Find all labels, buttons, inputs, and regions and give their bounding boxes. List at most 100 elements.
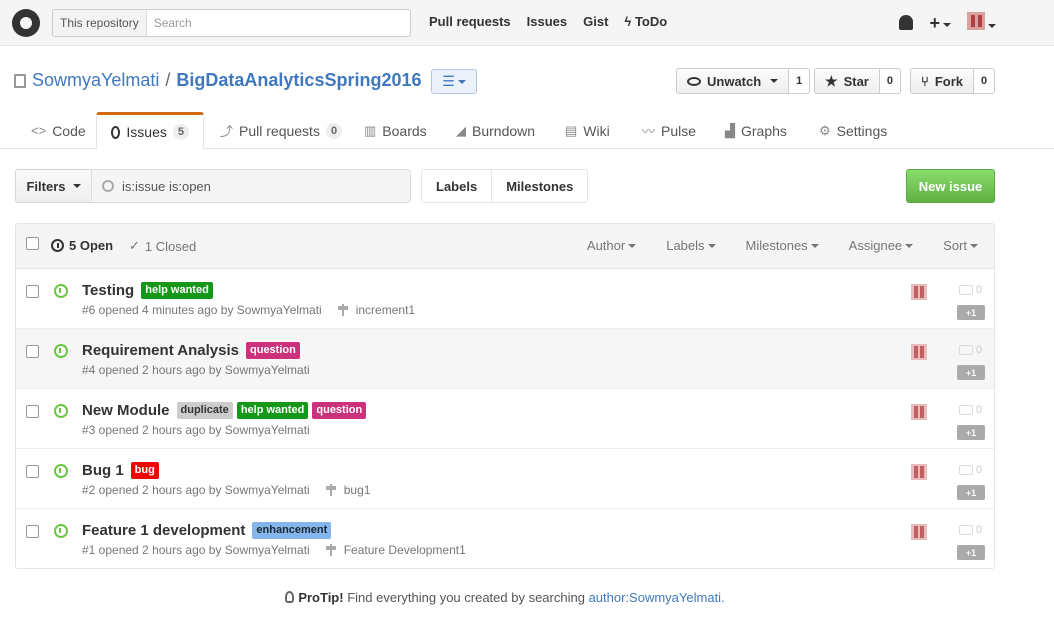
issue-label[interactable]: question: [312, 402, 367, 419]
filters-button[interactable]: Filters: [15, 169, 92, 203]
issue-row[interactable]: Testing help wanted #6 opened 4 minutes a…: [16, 269, 994, 329]
comments-link[interactable]: 0: [959, 284, 982, 296]
unwatch-label: Unwatch: [707, 73, 762, 89]
tab-pull-requests[interactable]: ⤴ Pull requests 0: [220, 112, 343, 149]
star-button[interactable]: ★ Star: [814, 68, 880, 94]
boards-icon: ▥: [364, 122, 377, 138]
closed-issues-filter[interactable]: ✓ 1 Closed: [129, 238, 196, 254]
plus-one-badge: +1: [957, 425, 985, 440]
avatar[interactable]: [911, 524, 927, 540]
issue-row[interactable]: Bug 1 bug #2 opened 2 hours ago by Sowmya…: [16, 449, 994, 509]
issue-checkbox[interactable]: [26, 345, 39, 358]
milestone-label: bug1: [343, 483, 371, 497]
assignee-filter-label: Assignee: [848, 238, 903, 253]
milestone[interactable]: Feature Development1: [325, 543, 466, 557]
milestones-button[interactable]: Milestones: [491, 170, 587, 202]
issue-title-group: Testing help wanted: [82, 282, 213, 299]
comments-link[interactable]: 0: [959, 464, 982, 476]
tab-code[interactable]: <> Code: [31, 112, 86, 149]
notification-bell-icon[interactable]: [899, 15, 914, 30]
issue-title[interactable]: Feature 1 development: [82, 522, 245, 539]
open-issues-filter[interactable]: 5 Open: [51, 238, 113, 253]
select-all-checkbox[interactable]: [26, 237, 39, 250]
create-new-button[interactable]: +: [929, 14, 951, 32]
author-filter[interactable]: Author: [587, 238, 637, 253]
issue-row[interactable]: Feature 1 development enhancement #1 open…: [16, 509, 994, 568]
new-issue-button[interactable]: New issue: [906, 169, 995, 203]
lightning-icon: ϟ: [624, 14, 632, 29]
user-menu-button[interactable]: [967, 12, 996, 33]
chevron-down-icon: [810, 243, 819, 248]
issue-title[interactable]: Bug 1: [82, 462, 124, 479]
comment-count: 0: [976, 284, 983, 296]
tab-wiki[interactable]: ▤ Wiki: [565, 112, 610, 149]
tab-burndown[interactable]: ◢ Burndown: [456, 112, 535, 149]
issue-filter-input[interactable]: [122, 178, 382, 194]
issue-title[interactable]: Requirement Analysis: [82, 342, 239, 359]
github-logo-icon[interactable]: [12, 9, 40, 37]
comments-link[interactable]: 0: [959, 404, 982, 416]
issue-label[interactable]: help wanted: [141, 282, 213, 299]
sort-filter[interactable]: Sort: [943, 238, 978, 253]
issue-checkbox[interactable]: [26, 465, 39, 478]
issue-rows: Testing help wanted #6 opened 4 minutes a…: [16, 269, 994, 568]
tab-issues[interactable]: Issues 5: [96, 112, 204, 150]
milestone[interactable]: increment1: [337, 303, 415, 317]
chevron-down-icon: [943, 22, 951, 27]
tab-settings[interactable]: ⚙ Settings: [819, 112, 887, 149]
repo-owner-link[interactable]: SowmyaYelmati: [32, 70, 159, 91]
issue-label[interactable]: help wanted: [236, 402, 309, 419]
issue-title[interactable]: Testing: [82, 282, 134, 299]
protip-text: Find everything you created by searching: [347, 590, 585, 605]
tab-pulse[interactable]: 〰 Pulse: [642, 112, 696, 149]
tab-boards[interactable]: ▥ Boards: [364, 112, 427, 149]
comment-count: 0: [976, 404, 983, 416]
star-count[interactable]: 0: [879, 68, 901, 94]
unwatch-button[interactable]: Unwatch: [676, 68, 790, 94]
nav-todo[interactable]: ϟ ToDo: [624, 14, 667, 29]
comments-link[interactable]: 0: [959, 344, 982, 356]
milestones-filter-label: Milestones: [745, 238, 808, 253]
nav-issues[interactable]: Issues: [527, 14, 567, 29]
watch-count[interactable]: 1: [789, 68, 811, 94]
search-input[interactable]: [146, 16, 387, 30]
issue-row[interactable]: New Module duplicate help wanted question #…: [16, 389, 994, 449]
issue-checkbox[interactable]: [26, 525, 39, 538]
avatar[interactable]: [911, 404, 927, 420]
tab-graphs[interactable]: ▟ Graphs: [725, 112, 787, 149]
fork-count[interactable]: 0: [973, 68, 996, 94]
avatar[interactable]: [911, 284, 927, 300]
issue-label[interactable]: duplicate: [176, 402, 233, 419]
fork-button[interactable]: ⑂ Fork: [910, 68, 974, 94]
issue-label[interactable]: question: [246, 342, 300, 359]
issue-row[interactable]: Requirement Analysis question #4 opened 2…: [16, 329, 994, 389]
nav-gist[interactable]: Gist: [583, 14, 608, 29]
avatar[interactable]: [911, 344, 927, 360]
issue-label[interactable]: enhancement: [252, 522, 332, 539]
comment-icon: [959, 345, 973, 355]
issue-checkbox[interactable]: [26, 405, 39, 418]
labels-filter[interactable]: Labels: [666, 238, 716, 253]
repo-list-menu-button[interactable]: ☰: [431, 69, 477, 94]
issue-title[interactable]: New Module: [82, 402, 170, 419]
nav-pull-requests[interactable]: Pull requests: [429, 14, 511, 29]
protip-link[interactable]: author:SowmyaYelmati.: [589, 590, 725, 605]
issue-meta-text: #1 opened 2 hours ago by SowmyaYelmati: [82, 543, 310, 557]
issue-title-group: Requirement Analysis question: [82, 342, 300, 359]
repo-icon: [14, 73, 26, 88]
comments-link[interactable]: 0: [959, 524, 982, 536]
issue-checkbox[interactable]: [26, 285, 39, 298]
issue-meta: #6 opened 4 minutes ago by SowmyaYelmati…: [82, 303, 415, 317]
avatar[interactable]: [911, 464, 927, 480]
milestones-filter[interactable]: Milestones: [746, 238, 819, 253]
assignee-filter[interactable]: Assignee: [848, 238, 914, 253]
repo-name-link[interactable]: BigDataAnalyticsSpring2016: [176, 70, 421, 91]
nav-todo-label: ToDo: [634, 14, 668, 29]
plus-one-badge: +1: [957, 485, 985, 500]
issue-label[interactable]: bug: [130, 462, 159, 479]
labels-button[interactable]: Labels: [422, 170, 491, 202]
comment-count: 0: [976, 464, 983, 476]
milestone[interactable]: bug1: [325, 483, 371, 497]
milestone-label: Feature Development1: [343, 543, 466, 557]
issue-meta: #1 opened 2 hours ago by SowmyaYelmati Fe…: [82, 543, 466, 557]
